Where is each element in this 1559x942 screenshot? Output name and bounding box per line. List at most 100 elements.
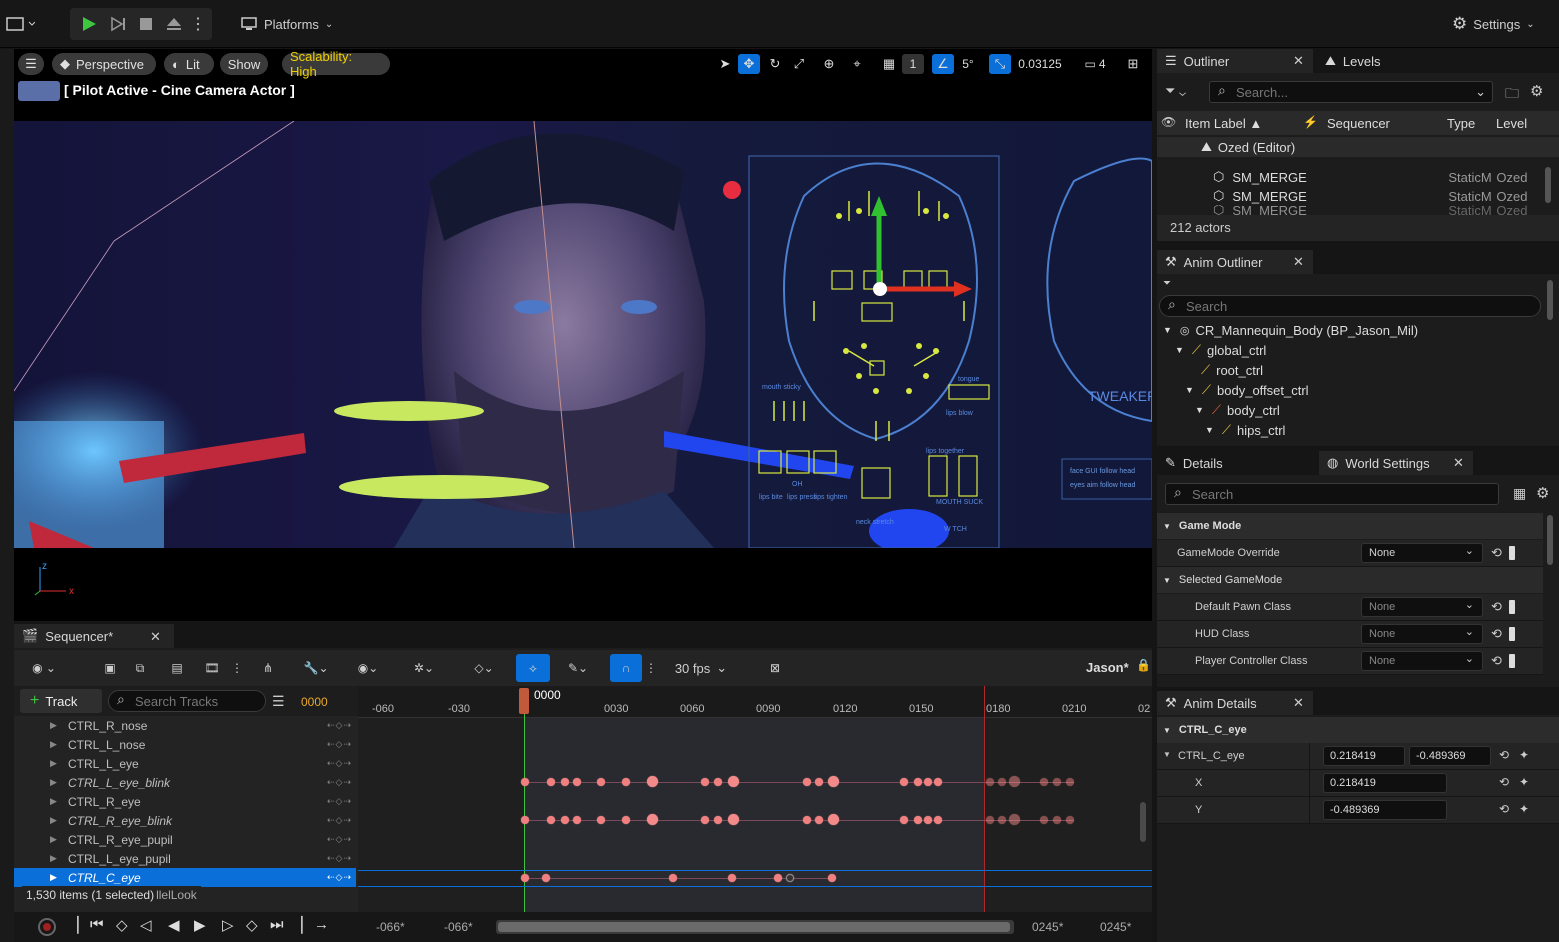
table-view-icon[interactable]: ▦ (1513, 485, 1526, 502)
keyframe[interactable] (914, 816, 922, 824)
loop-icon[interactable]: → (314, 916, 329, 933)
select-mode-icon[interactable]: ➤ (714, 54, 736, 74)
scale-snap-icon[interactable]: ⤡ (989, 54, 1011, 74)
keyframe[interactable] (561, 816, 569, 824)
working-range-end[interactable]: 0245* (1032, 920, 1063, 934)
snap-options-icon[interactable]: ⋮ (645, 656, 657, 680)
prop-dropdown[interactable]: None (1361, 597, 1483, 617)
keyframe[interactable] (521, 816, 529, 824)
y-value-field[interactable]: -0.489369 (1323, 800, 1447, 820)
advance-frame-icon[interactable] (106, 12, 130, 36)
playback-options-icon[interactable]: ✲⌄ (406, 656, 442, 680)
key-nav-icon[interactable]: ⇠◇⇢ (327, 872, 352, 883)
step-forward-icon[interactable]: ▷ (222, 916, 234, 934)
keyframe[interactable] (521, 778, 529, 786)
track-row-selected[interactable]: ▶ CTRL_C_eye ⇠◇⇢ (14, 868, 356, 887)
close-icon[interactable]: ✕ (1453, 455, 1464, 471)
scalability-button[interactable]: Scalability: High (282, 49, 390, 79)
keyframe[interactable] (998, 816, 1006, 824)
keyframe[interactable] (561, 778, 569, 786)
track-row[interactable]: ▶ CTRL_L_nose ⇠◇⇢ (14, 735, 356, 754)
keyframe[interactable] (1009, 776, 1020, 787)
track-row[interactable]: ▶ CTRL_R_eye_blink ⇠◇⇢ (14, 811, 356, 830)
grid-snap-value[interactable]: 1 (902, 54, 924, 74)
track-row[interactable]: ▶ CTRL_L_eye ⇠◇⇢ (14, 754, 356, 773)
level-viewport[interactable]: ☰ ◆ Perspective ◐ Lit Show Scalability: Hi… (14, 49, 1152, 621)
anim-outliner-row[interactable]: ⟋ root_ctrl (1201, 360, 1263, 380)
keyframe[interactable] (803, 778, 811, 786)
anim-outliner-row[interactable]: ▼ ⟋ body_offset_ctrl (1185, 380, 1309, 400)
section-game-mode[interactable]: ▼ Game Mode (1157, 513, 1543, 539)
keyframe[interactable] (1009, 814, 1020, 825)
keyframe[interactable] (986, 778, 994, 786)
gizmo-x-arrow[interactable] (954, 281, 972, 297)
camera-speed-button[interactable]: ▭ 4 (1078, 54, 1112, 74)
reset-icon[interactable]: ⟲ (1499, 802, 1509, 816)
range-scrollbar[interactable] (496, 920, 1014, 934)
keyframe[interactable] (728, 814, 739, 825)
translate-icon[interactable]: ✥ (738, 54, 760, 74)
gamemode-override-dropdown[interactable]: None (1361, 543, 1483, 563)
keyframe[interactable] (934, 816, 942, 824)
visibility-eye-icon[interactable]: 👁 (1161, 115, 1176, 129)
keyframe[interactable] (542, 874, 550, 882)
anim-outliner-filter-icon[interactable]: ⏷ (1163, 278, 1171, 289)
hierarchy-icon[interactable]: ⋔ (258, 656, 278, 680)
play-options-icon[interactable]: ⋮ (190, 12, 206, 36)
browse-icon[interactable] (1509, 627, 1515, 641)
world-icon[interactable]: ◉ ⌄ (24, 656, 64, 680)
anim-outliner-row[interactable]: ▼ ⟋ hips_ctrl (1205, 420, 1285, 440)
anim-outliner-scrollbar[interactable] (1547, 280, 1553, 320)
perspective-button[interactable]: ◆ Perspective (52, 53, 156, 75)
keyframe[interactable] (803, 816, 811, 824)
keyframe[interactable] (900, 816, 908, 824)
key-add-icon[interactable]: ✦ (1519, 775, 1529, 789)
keyframe[interactable] (815, 778, 823, 786)
key-nav-icon[interactable]: ⇠◇⇢ (327, 777, 352, 788)
next-key-icon[interactable]: ◇ (246, 916, 258, 934)
keyframe[interactable] (1066, 816, 1074, 824)
keyframe[interactable] (924, 778, 932, 786)
column-level[interactable]: Level (1496, 116, 1527, 131)
playhead-handle[interactable] (519, 688, 529, 714)
close-icon[interactable]: ✕ (1293, 695, 1304, 711)
settings-button[interactable]: ⚙ Settings ⌄ (1452, 10, 1548, 38)
keyframe[interactable] (701, 778, 709, 786)
play-forward-icon[interactable]: ▶ (194, 916, 206, 934)
view-options-icon[interactable]: ◉⌄ (350, 656, 386, 680)
column-sequencer[interactable]: Sequencer (1327, 116, 1390, 131)
keyframe[interactable] (573, 778, 581, 786)
timeline-ruler[interactable]: -060 -030 0030 0060 0090 0120 0150 0180 … (358, 686, 1152, 718)
reset-icon[interactable]: ⟲ (1491, 599, 1502, 615)
gizmo-y-arrow[interactable] (871, 196, 887, 216)
anim-outliner-row[interactable]: ▼ ◎ CR_Mannequin_Body (BP_Jason_Mil) (1163, 320, 1418, 340)
lit-button[interactable]: ◐ Lit (164, 53, 214, 75)
keyframe[interactable] (714, 778, 722, 786)
section-selected-gamemode[interactable]: ▼ Selected GameMode (1157, 567, 1543, 593)
keyframe[interactable] (597, 778, 605, 786)
keyframe[interactable] (1053, 778, 1061, 786)
key-interp-icon[interactable]: ◇⌄ (466, 656, 502, 680)
gizmo-center[interactable] (873, 282, 887, 296)
outliner-search-input[interactable]: Search...⌄ (1209, 81, 1493, 103)
keyframe[interactable] (597, 816, 605, 824)
rotate-icon[interactable]: ↻ (764, 54, 786, 74)
keyframe[interactable] (622, 778, 630, 786)
lock-icon[interactable]: 🔒 (1136, 658, 1151, 672)
world-local-icon[interactable]: ⊕ (818, 54, 840, 74)
key-nav-icon[interactable]: ⇠◇⇢ (327, 815, 352, 826)
track-row[interactable]: ▶ CTRL_R_eye ⇠◇⇢ (14, 792, 356, 811)
keyframe[interactable] (914, 778, 922, 786)
close-icon[interactable]: ✕ (150, 629, 161, 645)
key-add-icon[interactable]: ✦ (1519, 802, 1529, 816)
anim-outliner-row[interactable]: ▼ ⟋ global_ctrl (1175, 340, 1266, 360)
key-add-icon[interactable]: ✦ (1519, 748, 1529, 762)
keyframe[interactable] (622, 816, 630, 824)
anim-details-tab[interactable]: ⚒ Anim Details (1157, 691, 1313, 715)
reset-icon[interactable]: ⟲ (1491, 653, 1502, 669)
jump-to-start-icon[interactable]: ⎮ (74, 916, 82, 934)
keyframe[interactable] (547, 816, 555, 824)
track-row[interactable]: ▶ CTRL_L_eye_pupil ⇠◇⇢ (14, 849, 356, 868)
keyframe[interactable] (728, 776, 739, 787)
close-icon[interactable]: ✕ (1293, 53, 1304, 69)
